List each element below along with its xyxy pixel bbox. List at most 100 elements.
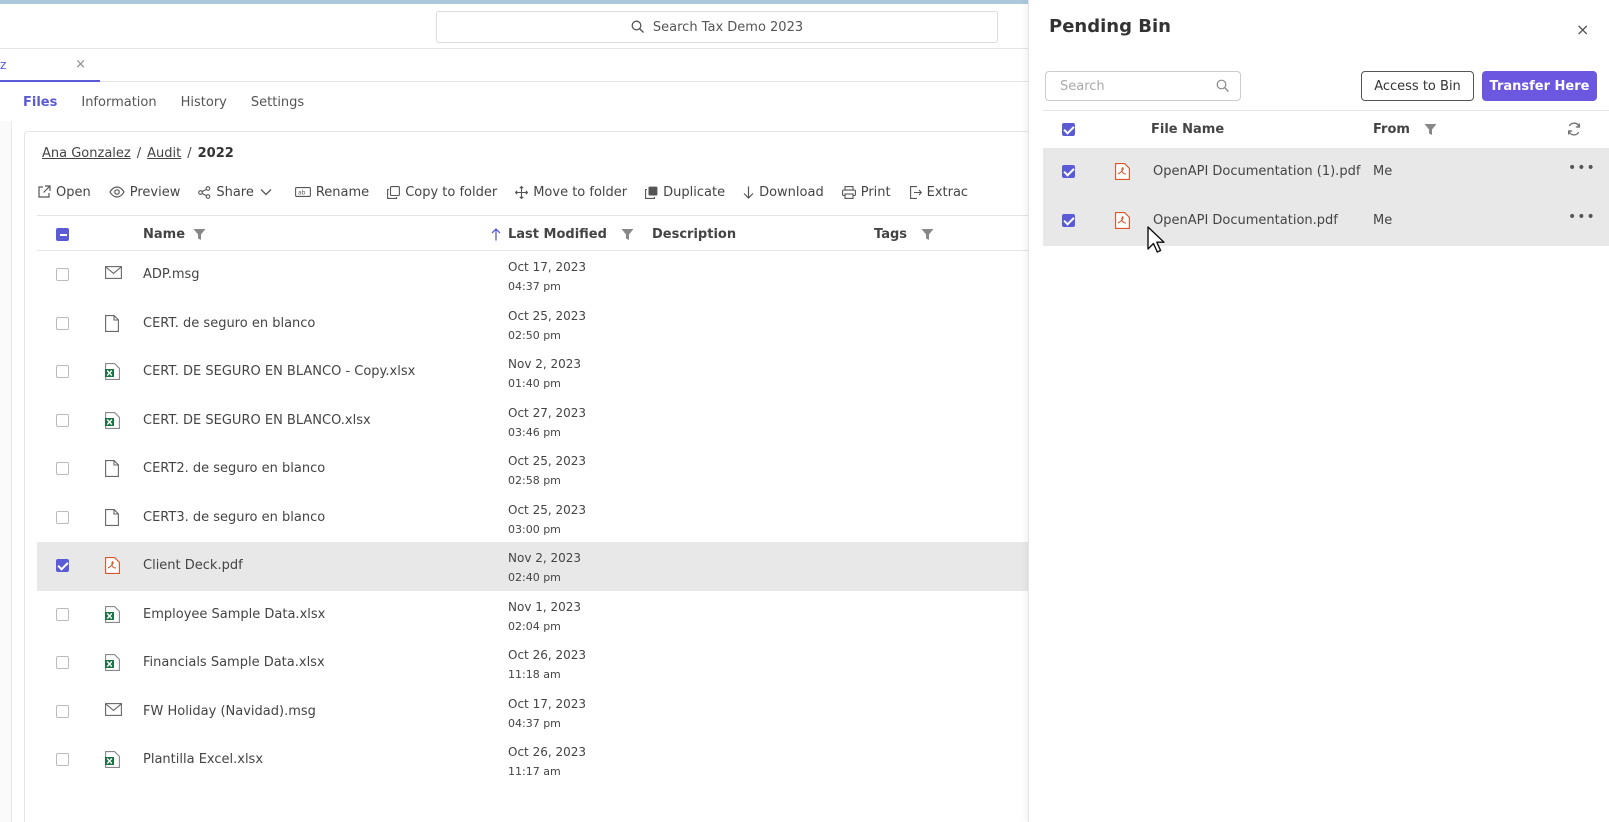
table-row[interactable]: ADP.msg Oct 17, 2023 04:37 pm — [37, 251, 1028, 300]
row-checkbox[interactable] — [56, 365, 69, 378]
bin-search-input[interactable]: Search — [1045, 71, 1241, 101]
more-options-icon[interactable]: ••• — [1568, 160, 1596, 176]
list-item[interactable]: OpenAPI Documentation (1).pdf Me ••• — [1043, 148, 1609, 197]
row-checkbox[interactable] — [56, 510, 69, 524]
open-document-tab[interactable]: z × — [0, 49, 100, 82]
filter-icon[interactable] — [1424, 123, 1437, 136]
move-to-folder-button[interactable]: Move to folder — [515, 185, 627, 200]
filter-icon[interactable] — [921, 228, 934, 241]
last-modified-column-header[interactable]: Last Modified — [508, 216, 634, 252]
tab-files[interactable]: Files — [23, 83, 57, 121]
bin-file-name[interactable]: OpenAPI Documentation (1).pdf — [1153, 164, 1360, 179]
file-name[interactable]: CERT2. de seguro en blanco — [143, 461, 325, 476]
bin-select-all-box[interactable] — [1062, 122, 1075, 136]
table-row[interactable]: Financials Sample Data.xlsx Oct 26, 2023… — [37, 639, 1028, 688]
close-icon[interactable]: × — [75, 57, 86, 72]
pending-bin-drawer: Pending Bin × Search Access to Bin Trans… — [1028, 0, 1609, 822]
file-name[interactable]: Plantilla Excel.xlsx — [143, 752, 263, 767]
file-name[interactable]: CERT. DE SEGURO EN BLANCO.xlsx — [143, 413, 371, 428]
close-icon[interactable]: × — [1576, 20, 1589, 39]
row-checkbox[interactable] — [56, 316, 69, 330]
last-modified-header-label: Last Modified — [508, 226, 607, 242]
bin-table-header: File Name From — [1043, 110, 1609, 146]
preview-button[interactable]: Preview — [109, 185, 180, 200]
svg-text:ab: ab — [298, 190, 306, 197]
tab-history[interactable]: History — [181, 83, 227, 121]
table-row[interactable]: Plantilla Excel.xlsx Oct 26, 2023 11:17 a… — [37, 736, 1028, 785]
more-options-icon[interactable]: ••• — [1568, 209, 1596, 225]
filter-icon[interactable] — [621, 228, 634, 241]
row-checkbox[interactable] — [1062, 214, 1075, 227]
filter-icon[interactable] — [193, 228, 206, 241]
row-checkbox[interactable] — [56, 753, 69, 766]
duplicate-label: Duplicate — [663, 184, 726, 200]
breadcrumb-link-ana-gonzalez[interactable]: Ana Gonzalez — [42, 146, 131, 161]
table-row[interactable]: CERT. DE SEGURO EN BLANCO.xlsx Oct 27, 2… — [37, 397, 1028, 446]
table-row[interactable]: CERT. DE SEGURO EN BLANCO - Copy.xlsx No… — [37, 348, 1028, 397]
breadcrumb: Ana Gonzalez / Audit / 2022 — [42, 146, 234, 161]
table-row[interactable]: Client Deck.pdf Nov 2, 2023 02:40 pm — [37, 542, 1028, 591]
open-button[interactable]: Open — [37, 185, 91, 200]
row-checkbox[interactable] — [1062, 165, 1075, 178]
name-column-header[interactable]: Name — [143, 216, 206, 252]
row-checkbox[interactable] — [56, 268, 69, 281]
tab-settings[interactable]: Settings — [251, 83, 304, 121]
modified-date: Oct 25, 2023 — [508, 502, 586, 517]
duplicate-button[interactable]: Duplicate — [645, 185, 725, 200]
file-name[interactable]: CERT. de seguro en blanco — [143, 316, 315, 331]
share-button[interactable]: Share — [198, 185, 277, 200]
excel-icon — [105, 411, 120, 429]
access-to-bin-button[interactable]: Access to Bin — [1361, 71, 1474, 101]
excel-icon — [105, 654, 120, 671]
drawer-title: Pending Bin — [1049, 16, 1171, 37]
download-button[interactable]: Download — [743, 185, 824, 200]
row-checkbox[interactable] — [56, 704, 69, 718]
table-row[interactable]: CERT. de seguro en blanco Oct 25, 2023 02… — [37, 300, 1028, 349]
description-column-header[interactable]: Description — [652, 216, 736, 252]
file-name-column-header[interactable]: File Name — [1151, 111, 1224, 147]
modified-date: Oct 25, 2023 — [508, 308, 586, 323]
table-row[interactable]: CERT2. de seguro en blanco Oct 25, 2023 0… — [37, 445, 1028, 494]
file-name[interactable]: Financials Sample Data.xlsx — [143, 655, 325, 670]
pdf-icon — [1115, 212, 1130, 229]
extract-button[interactable]: Extrac — [909, 185, 968, 200]
row-checkbox[interactable] — [56, 413, 69, 427]
file-name[interactable]: Client Deck.pdf — [143, 558, 243, 573]
global-search-input[interactable]: Search Tax Demo 2023 — [436, 11, 998, 43]
file-name[interactable]: FW Holiday (Navidad).msg — [143, 704, 316, 719]
select-all-checkbox-box[interactable] — [56, 227, 69, 241]
row-checkbox[interactable] — [56, 656, 69, 669]
sort-ascending-icon[interactable] — [483, 216, 501, 252]
refresh-icon[interactable] — [1567, 111, 1581, 147]
from-column-header[interactable]: From — [1373, 111, 1437, 147]
copy-to-folder-label: Copy to folder — [405, 184, 498, 200]
tags-column-header[interactable]: Tags — [874, 216, 934, 252]
last-modified-cell: Oct 26, 2023 11:17 am — [508, 743, 586, 781]
tab-information[interactable]: Information — [81, 83, 156, 121]
excel-icon — [105, 605, 120, 623]
row-checkbox[interactable] — [56, 462, 69, 475]
select-all-checkbox[interactable] — [56, 216, 69, 252]
row-checkbox[interactable] — [56, 559, 69, 572]
file-name[interactable]: ADP.msg — [143, 267, 200, 282]
bin-file-from: Me — [1373, 213, 1393, 228]
table-row[interactable]: Employee Sample Data.xlsx Nov 1, 2023 02:… — [37, 591, 1028, 640]
file-name[interactable]: CERT. DE SEGURO EN BLANCO - Copy.xlsx — [143, 364, 415, 379]
list-item[interactable]: OpenAPI Documentation.pdf Me ••• — [1043, 197, 1609, 246]
modified-time: 04:37 pm — [508, 280, 561, 293]
transfer-here-button[interactable]: Transfer Here — [1482, 71, 1597, 101]
bin-select-all-checkbox[interactable] — [1062, 111, 1075, 147]
copy-to-folder-button[interactable]: Copy to folder — [387, 185, 497, 200]
bin-file-name[interactable]: OpenAPI Documentation.pdf — [1153, 213, 1338, 228]
table-row[interactable]: FW Holiday (Navidad).msg Oct 17, 2023 04:… — [37, 688, 1028, 737]
table-row[interactable]: CERT3. de seguro en blanco Oct 25, 2023 0… — [37, 494, 1028, 543]
breadcrumb-link-audit[interactable]: Audit — [147, 146, 181, 161]
download-arrow-icon — [743, 186, 754, 199]
bin-search-placeholder: Search — [1060, 78, 1105, 94]
file-name[interactable]: CERT3. de seguro en blanco — [143, 510, 325, 525]
file-name[interactable]: Employee Sample Data.xlsx — [143, 607, 325, 622]
print-button[interactable]: Print — [841, 185, 891, 200]
row-checkbox[interactable] — [56, 607, 69, 621]
rename-button[interactable]: ab Rename — [294, 185, 369, 200]
move-icon — [515, 185, 529, 199]
